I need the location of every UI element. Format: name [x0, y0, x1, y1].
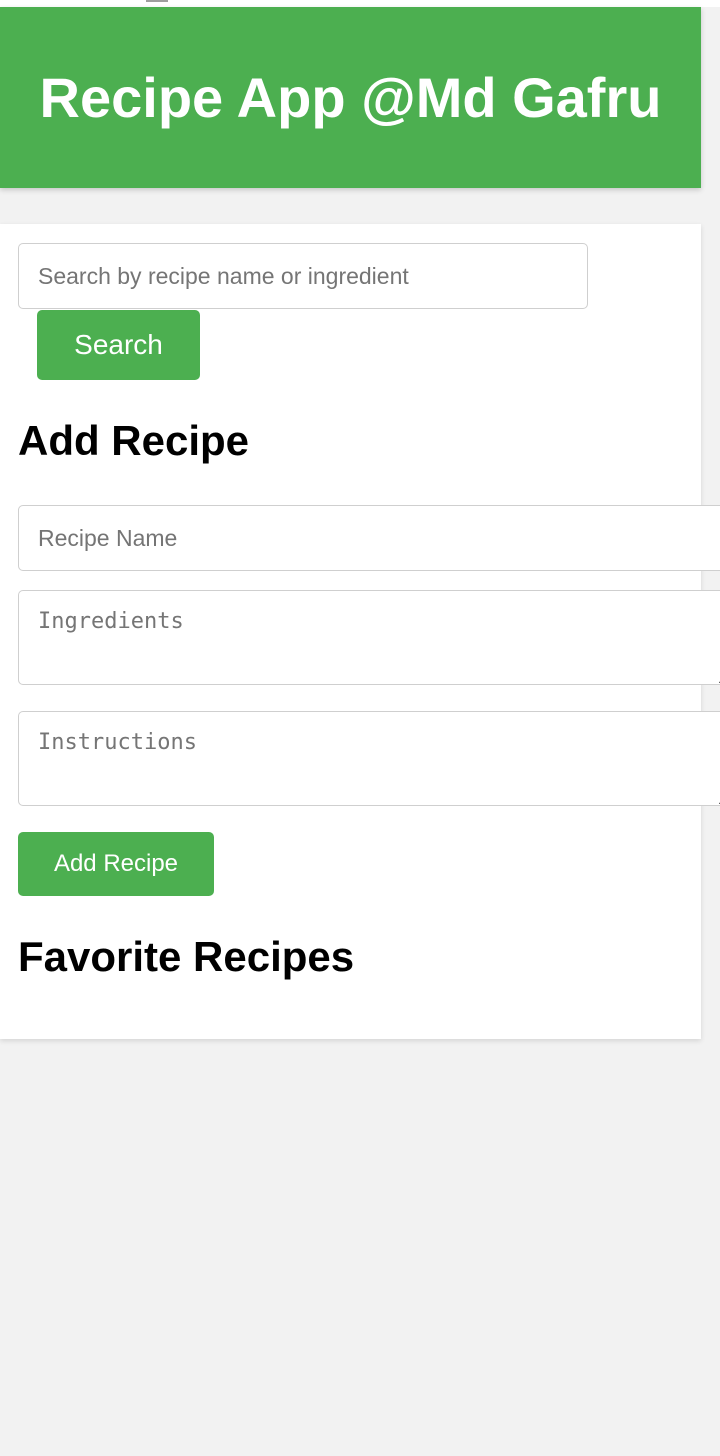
search-input[interactable] — [18, 243, 588, 309]
app-header: Recipe App @Md Gafru — [0, 7, 701, 188]
main-card: Search Add Recipe Add Recipe Favorite Re… — [0, 224, 720, 1039]
search-button[interactable]: Search — [37, 310, 200, 380]
app-title: Recipe App @Md Gafru — [39, 66, 662, 129]
recipe-name-input[interactable] — [18, 505, 720, 571]
instructions-textarea[interactable] — [18, 711, 720, 806]
ingredients-textarea[interactable] — [18, 590, 720, 685]
status-strip — [0, 0, 720, 7]
add-recipe-heading: Add Recipe — [18, 417, 250, 464]
add-recipe-button[interactable]: Add Recipe — [18, 832, 214, 896]
status-indicator — [146, 0, 168, 2]
favorite-recipes-heading: Favorite Recipes — [18, 933, 355, 980]
